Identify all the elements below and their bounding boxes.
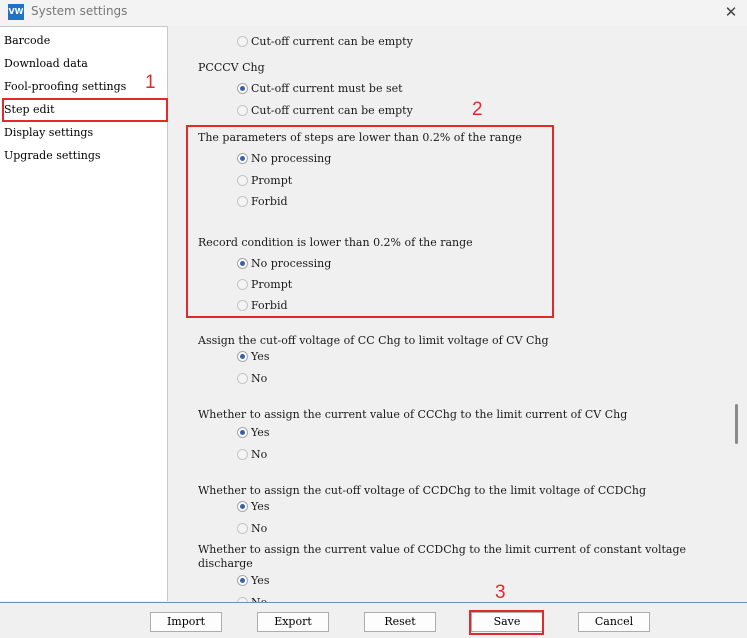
window-title: System settings bbox=[31, 4, 128, 18]
assign-ccchg-heading: Whether to assign the current value of C… bbox=[198, 408, 628, 421]
option-label: Yes bbox=[251, 574, 270, 587]
record-condition-heading: Record condition is lower than 0.2% of t… bbox=[198, 236, 473, 249]
app-logo-icon: VW bbox=[8, 4, 24, 20]
vertical-scrollbar[interactable] bbox=[736, 26, 747, 602]
assign-ccdchg-current-heading-cont: discharge bbox=[198, 557, 253, 570]
option-label: Yes bbox=[251, 500, 270, 513]
radio-steps-forbid[interactable] bbox=[237, 196, 248, 207]
radio-steps-prompt[interactable] bbox=[237, 175, 248, 186]
sidebar-item-fool-proofing[interactable]: Fool-proofing settings bbox=[4, 80, 126, 93]
radio-assign-cc-no[interactable] bbox=[237, 373, 248, 384]
option-label: No processing bbox=[251, 257, 332, 270]
title-bar: VW System settings ✕ bbox=[0, 0, 747, 26]
option-label: Prompt bbox=[251, 278, 293, 291]
radio-record-prompt[interactable] bbox=[237, 279, 248, 290]
option-label: Forbid bbox=[251, 195, 288, 208]
cancel-button[interactable]: Cancel bbox=[578, 612, 650, 632]
sidebar-item-display-settings[interactable]: Display settings bbox=[4, 126, 93, 139]
pcccv-heading: PCCCV Chg bbox=[198, 61, 265, 74]
scrollbar-thumb[interactable] bbox=[735, 404, 738, 444]
sidebar-item-barcode[interactable]: Barcode bbox=[4, 34, 50, 47]
radio-pcccv-must-set[interactable] bbox=[237, 83, 248, 94]
option-label: No bbox=[251, 522, 268, 535]
settings-sidebar: Barcode Download data Fool-proofing sett… bbox=[0, 26, 168, 601]
radio-ccdchg-voltage-yes[interactable] bbox=[237, 501, 248, 512]
reset-button[interactable]: Reset bbox=[364, 612, 436, 632]
close-icon[interactable]: ✕ bbox=[718, 0, 744, 24]
annotation-number: 1 bbox=[145, 72, 156, 93]
assign-cc-heading: Assign the cut-off voltage of CC Chg to … bbox=[198, 334, 549, 347]
steps-param-heading: The parameters of steps are lower than 0… bbox=[198, 131, 522, 144]
radio-assign-ccchg-yes[interactable] bbox=[237, 427, 248, 438]
import-button[interactable]: Import bbox=[150, 612, 222, 632]
option-label: Forbid bbox=[251, 299, 288, 312]
option-label: Cut-off current can be empty bbox=[251, 104, 413, 117]
assign-ccdchg-current-heading: Whether to assign the current value of C… bbox=[198, 543, 687, 556]
assign-ccdchg-voltage-heading: Whether to assign the cut-off voltage of… bbox=[198, 484, 647, 497]
option-label: Cut-off current can be empty bbox=[251, 35, 413, 48]
option-label: Yes bbox=[251, 350, 270, 363]
annotation-number: 3 bbox=[495, 582, 506, 603]
radio-ccdchg-voltage-no[interactable] bbox=[237, 523, 248, 534]
save-button[interactable]: Save bbox=[471, 612, 543, 632]
radio-pcccv-can-empty[interactable] bbox=[237, 105, 248, 116]
radio-assign-cc-yes[interactable] bbox=[237, 351, 248, 362]
annotation-number: 2 bbox=[472, 99, 483, 120]
option-label: No processing bbox=[251, 152, 332, 165]
radio-ccdchg-current-yes[interactable] bbox=[237, 575, 248, 586]
option-label: Cut-off current must be set bbox=[251, 82, 403, 95]
sidebar-item-step-edit[interactable]: Step edit bbox=[4, 103, 55, 116]
sidebar-item-download-data[interactable]: Download data bbox=[4, 57, 88, 70]
sidebar-item-upgrade-settings[interactable]: Upgrade settings bbox=[4, 149, 101, 162]
option-label: Yes bbox=[251, 426, 270, 439]
option-label: No bbox=[251, 448, 268, 461]
settings-content: Cut-off current can be empty PCCCV Chg C… bbox=[170, 26, 736, 602]
option-label: No bbox=[251, 372, 268, 385]
radio-assign-ccchg-no[interactable] bbox=[237, 449, 248, 460]
radio-steps-no-processing[interactable] bbox=[237, 153, 248, 164]
radio-record-forbid[interactable] bbox=[237, 300, 248, 311]
radio-cutoff-empty-top[interactable] bbox=[237, 36, 248, 47]
option-label: Prompt bbox=[251, 174, 293, 187]
export-button[interactable]: Export bbox=[257, 612, 329, 632]
radio-record-no-processing[interactable] bbox=[237, 258, 248, 269]
